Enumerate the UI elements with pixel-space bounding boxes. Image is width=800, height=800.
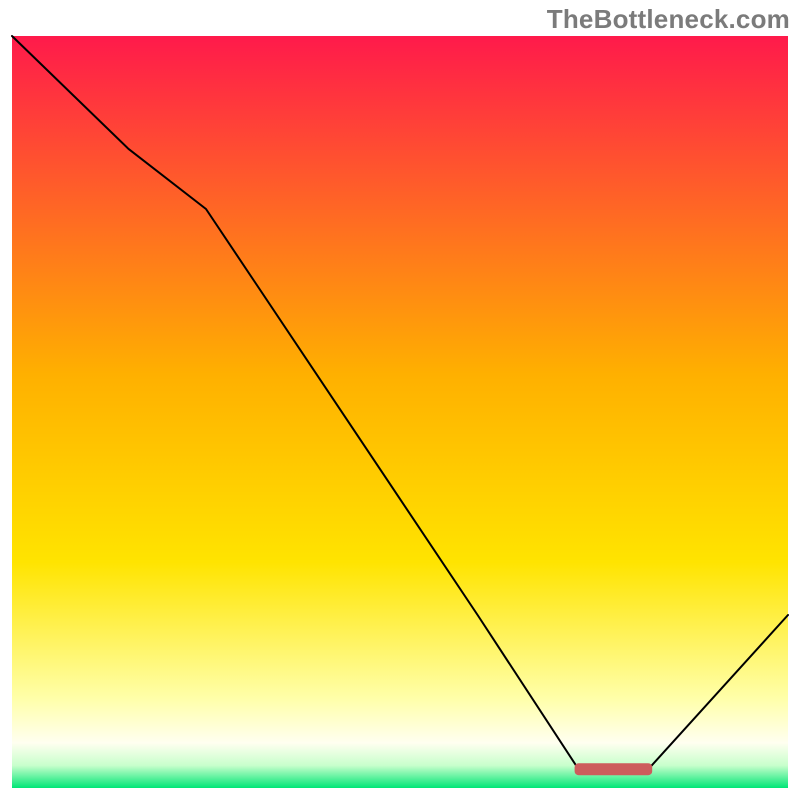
chart-frame: TheBottleneck.com xyxy=(0,0,800,800)
watermark-text: TheBottleneck.com xyxy=(547,4,790,35)
optimal-range-marker xyxy=(575,763,653,775)
bottleneck-chart xyxy=(0,0,800,800)
